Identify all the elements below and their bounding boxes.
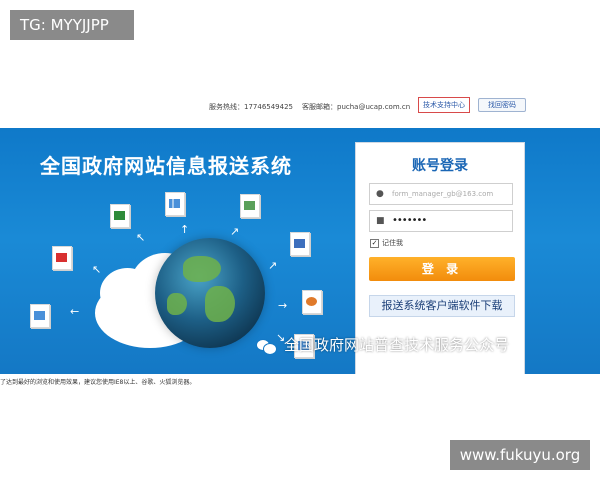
lock-icon: ■ <box>376 216 385 226</box>
banner-title: 全国政府网站信息报送系统 <box>40 154 292 178</box>
service-email: 客服邮箱：pucha@ucap.com.cn <box>302 103 411 111</box>
service-hotline: 服务热线：17746549425 <box>209 103 293 111</box>
arrow-icon: ↖ <box>92 263 102 276</box>
globe-icon <box>155 238 265 348</box>
chart-doc-icon <box>30 304 50 328</box>
arrow-icon: ↗ <box>268 259 278 272</box>
arrow-icon: ↑ <box>180 223 190 236</box>
arrow-icon: ← <box>70 305 80 318</box>
remember-checkbox[interactable]: ✓ <box>370 238 379 248</box>
arrow-icon: ↖ <box>136 231 146 244</box>
username-value: form_manager_gb@163.com <box>392 190 494 198</box>
pdf-icon <box>52 246 72 270</box>
remember-me[interactable]: ✓ 记住我 <box>370 238 403 248</box>
support-center-link[interactable]: 技术支持中心 <box>418 97 470 113</box>
arrow-icon: → <box>278 299 288 312</box>
login-button[interactable]: 登 录 <box>369 257 515 281</box>
banner: 全国政府网站信息报送系统 ↖ ↑ ↗ ↖ ↗ ← → ↘ 账号登录 ● form… <box>0 128 600 374</box>
password-value: ••••••• <box>392 215 427 226</box>
chart-doc-icon <box>240 194 260 218</box>
excel-icon <box>110 204 130 228</box>
browser-note: 了达到最好的浏览和使用效果，建议您使用IE8以上、谷歌、火狐浏览器。 <box>0 374 600 392</box>
arrow-icon: ↗ <box>230 225 240 238</box>
download-client-button[interactable]: 报送系统客户端软件下载 <box>369 295 515 317</box>
user-icon: ● <box>376 189 384 199</box>
ppt-icon <box>302 290 322 314</box>
login-title: 账号登录 <box>412 158 468 174</box>
portal-screenshot: 服务热线：17746549425 客服邮箱：pucha@ucap.com.cn … <box>0 88 600 392</box>
word-icon <box>290 232 310 256</box>
chart-doc-icon <box>165 192 185 216</box>
cloud-shape-part <box>100 268 155 318</box>
remember-label: 记住我 <box>382 239 403 247</box>
watermark-top-left: TG: MYYJJPP <box>10 10 134 40</box>
retrieve-password-link[interactable]: 找回密码 <box>478 98 526 112</box>
wechat-icon <box>256 338 277 355</box>
wechat-caption-text: 全国政府网站普查技术服务公众号 <box>284 336 510 354</box>
password-field[interactable]: ■ ••••••• <box>369 210 513 232</box>
username-field[interactable]: ● form_manager_gb@163.com <box>369 183 513 205</box>
wechat-caption: 全国政府网站普查技术服务公众号 <box>256 334 509 355</box>
top-bar: 服务热线：17746549425 客服邮箱：pucha@ucap.com.cn … <box>0 88 600 128</box>
watermark-bottom-right: www.fukuyu.org <box>450 440 590 470</box>
